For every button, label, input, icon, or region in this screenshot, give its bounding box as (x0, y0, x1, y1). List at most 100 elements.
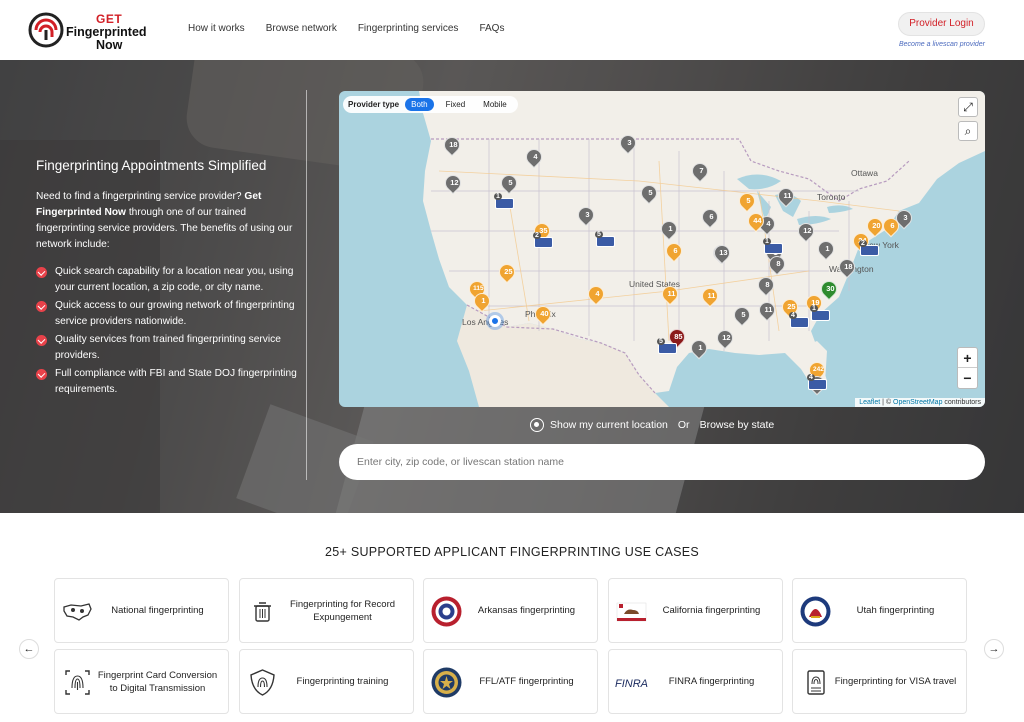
use-case-label: Fingerprinting training (296, 676, 389, 687)
use-case-card-california[interactable]: California fingerprinting (608, 578, 783, 643)
marker-count: 8 (776, 259, 781, 268)
use-case-label: FINRA fingerprinting (668, 676, 755, 687)
marker-count: 1 (698, 343, 703, 352)
van-count: 5 (657, 338, 665, 345)
marker-count: 12 (803, 226, 812, 235)
hero-title: Fingerprinting Appointments Simplified (36, 158, 267, 173)
mobile-van-marker[interactable]: 5 (657, 338, 677, 354)
use-case-card-utah[interactable]: Utah fingerprinting (792, 578, 967, 643)
location-row: Show my current location Or Browse by st… (530, 418, 774, 432)
marker-count: 1 (481, 296, 486, 305)
logo-get-text: GET (96, 12, 123, 26)
van-count: 5 (595, 231, 603, 238)
marker-count: 5 (508, 178, 513, 187)
use-case-card-card-conversion[interactable]: Fingerprint Card Conversion to Digital T… (54, 649, 229, 714)
mobile-van-marker[interactable]: 1 (494, 193, 514, 209)
mobile-van-marker[interactable]: 1 (810, 305, 830, 321)
mobile-van-marker[interactable]: 2 (859, 240, 879, 256)
marker-count: 25 (504, 267, 513, 276)
marker-count: 4 (595, 289, 600, 298)
zoom-in-button[interactable]: + (958, 348, 977, 368)
site-logo[interactable]: GET Fingerprinted Now (28, 9, 168, 53)
zoom-out-button[interactable]: − (958, 368, 977, 388)
marker-count: 12 (722, 333, 731, 342)
benefit-text: Quality services from trained fingerprin… (55, 334, 281, 361)
trash-icon (254, 602, 271, 622)
marker-count: 6 (890, 221, 895, 230)
use-case-card-arkansas[interactable]: Arkansas fingerprinting (423, 578, 598, 643)
van-count: 4 (789, 312, 797, 319)
zoom-search-icon[interactable]: ⌕ (958, 121, 978, 141)
use-case-label: Utah fingerprinting (856, 605, 935, 616)
attribution-tail: contributors (942, 399, 981, 406)
marker-count: 1 (668, 224, 673, 233)
use-cases-title: 25+ SUPPORTED APPLICANT FINGERPRINTING U… (324, 545, 700, 559)
usa-map-icon (63, 603, 92, 621)
marker-count: 13 (719, 248, 728, 257)
benefit-item: Quick access to our growing network of f… (36, 298, 298, 330)
browse-by-state-link[interactable]: Browse by state (700, 419, 775, 431)
provider-type-fixed[interactable]: Fixed (440, 98, 472, 111)
location-search-input[interactable] (339, 444, 985, 480)
or-text: Or (677, 419, 690, 431)
map-attribution: Leaflet | © OpenStreetMap contributors (855, 398, 985, 407)
van-count: 4 (807, 374, 815, 381)
use-case-card-finra[interactable]: FINRA FINRA fingerprinting (608, 649, 783, 714)
logo-line2: Now (96, 38, 123, 52)
fullscreen-icon[interactable]: ⤢ (958, 97, 978, 117)
become-provider-link[interactable]: Become a livescan provider (899, 41, 985, 48)
provider-map[interactable]: Ottawa Toronto New York Washington Unite… (339, 91, 985, 407)
marker-count: 4 (533, 152, 538, 161)
marker-count: 40 (540, 309, 549, 318)
use-case-label: FFL/ATF fingerprinting (479, 676, 574, 687)
van-count: 1 (763, 238, 771, 245)
carousel-prev-button[interactable]: ← (19, 639, 39, 659)
leaflet-link[interactable]: Leaflet (859, 399, 880, 406)
mobile-van-marker[interactable]: 4 (807, 374, 827, 390)
current-location-link[interactable]: Show my current location (550, 419, 668, 431)
fingerprint-logo-icon (28, 12, 64, 48)
site-header: GET Fingerprinted Now How it works Brows… (0, 0, 1024, 60)
provider-login-button[interactable]: Provider Login (898, 12, 985, 36)
use-case-label: Fingerprinting for Record Expungement (289, 598, 396, 623)
map-label-los-angeles: Los Angeles (462, 317, 509, 327)
marker-count: 12 (450, 178, 459, 187)
california-flag-icon (616, 602, 647, 622)
nav-faqs[interactable]: FAQs (479, 23, 504, 34)
provider-type-mobile[interactable]: Mobile (477, 98, 513, 111)
provider-type-both[interactable]: Both (405, 98, 434, 111)
check-icon (36, 267, 47, 278)
mobile-van-marker[interactable]: 4 (789, 312, 809, 328)
marker-count: 44 (753, 216, 762, 225)
van-count: 2 (533, 232, 541, 239)
use-case-card-ffl-atf[interactable]: FFL/ATF fingerprinting (423, 649, 598, 714)
osm-link[interactable]: OpenStreetMap (893, 399, 942, 406)
nav-how-it-works[interactable]: How it works (188, 23, 245, 34)
use-case-card-visa[interactable]: Fingerprinting for VISA travel (792, 649, 967, 714)
fingerprint-shield-icon (250, 669, 275, 696)
mobile-van-marker[interactable]: 5 (595, 231, 615, 247)
mobile-van-marker[interactable]: 2 (533, 232, 553, 248)
check-icon (36, 301, 47, 312)
use-case-card-training[interactable]: Fingerprinting training (239, 649, 414, 714)
nav-browse-network[interactable]: Browse network (266, 23, 337, 34)
benefit-item: Quality services from trained fingerprin… (36, 332, 298, 364)
marker-count: 3 (585, 210, 590, 219)
arkansas-seal-icon (431, 596, 462, 627)
nav-fingerprinting-services[interactable]: Fingerprinting services (358, 23, 459, 34)
benefit-text: Quick search capability for a location n… (55, 266, 294, 293)
marker-count: 18 (449, 140, 458, 149)
logo-line1: Fingerprinted (66, 25, 147, 39)
benefit-item: Quick search capability for a location n… (36, 264, 298, 296)
mobile-van-marker[interactable]: 1 (763, 238, 783, 254)
svg-text:FINRA: FINRA (615, 678, 648, 690)
carousel-next-button[interactable]: → (984, 639, 1004, 659)
use-case-card-national[interactable]: National fingerprinting (54, 578, 229, 643)
utah-seal-icon (800, 596, 831, 627)
use-case-card-expungement[interactable]: Fingerprinting for Record Expungement (239, 578, 414, 643)
atf-seal-icon (431, 667, 462, 698)
marker-count: 6 (673, 246, 678, 255)
use-case-label: National fingerprinting (111, 605, 204, 616)
benefit-text: Quick access to our growing network of f… (55, 300, 295, 327)
use-case-label: Fingerprinting for VISA travel (834, 676, 957, 687)
